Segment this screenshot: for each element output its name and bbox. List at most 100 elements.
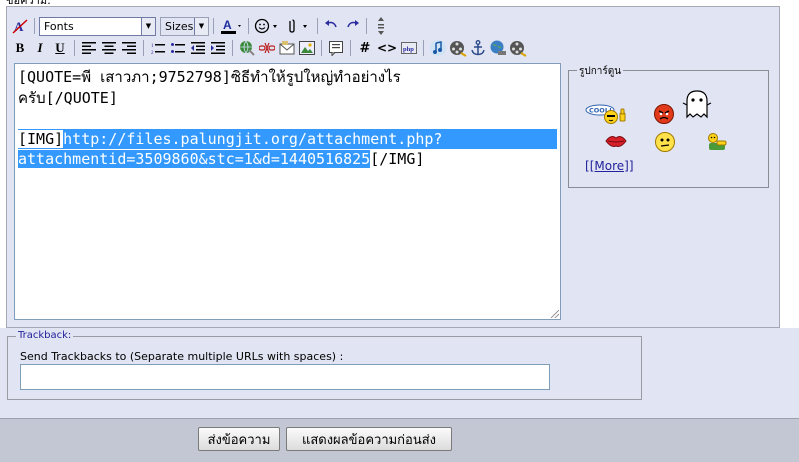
ordered-list-button[interactable]: 12 xyxy=(148,38,168,58)
unordered-list-button[interactable] xyxy=(168,38,188,58)
remove-link-button[interactable] xyxy=(257,38,277,58)
align-left-button[interactable] xyxy=(79,38,99,58)
smilies-legend: รูปการ์ตูน xyxy=(577,64,624,79)
toolbar-separator xyxy=(74,40,75,56)
selected-url-text: attachmentid=3509860&stc=1&d=1440516825 xyxy=(18,150,371,168)
image-icon xyxy=(299,41,315,55)
insert-email-button[interactable] xyxy=(277,38,297,58)
smiley-angry[interactable] xyxy=(653,103,675,125)
smiley-handshake[interactable] xyxy=(706,132,728,152)
redo-button[interactable] xyxy=(342,16,362,36)
unordered-list-icon xyxy=(171,42,185,55)
toolbar-row-1: A Fonts ▼ Sizes ▼ A xyxy=(10,16,391,36)
font-select-value: Fonts xyxy=(44,19,74,33)
font-color-icon: A xyxy=(220,17,242,35)
ordered-list-icon: 12 xyxy=(151,42,165,55)
svg-text:2: 2 xyxy=(151,51,154,55)
redo-icon xyxy=(344,19,360,33)
unlink-icon xyxy=(259,41,275,55)
align-left-icon xyxy=(82,42,96,54)
remove-format-button[interactable]: A xyxy=(10,16,30,36)
globe-link-icon xyxy=(239,40,255,56)
toolbar-separator xyxy=(350,40,351,56)
smilie-menu-button[interactable] xyxy=(253,16,283,36)
size-select-value: Sizes xyxy=(165,19,194,33)
toolbar-separator xyxy=(34,18,35,34)
cool-thumbs-up-icon: COOL! xyxy=(585,103,633,125)
chevron-down-icon[interactable]: ▼ xyxy=(194,17,208,35)
angry-face-icon xyxy=(653,103,675,125)
trackback-input[interactable] xyxy=(20,364,550,390)
attachment-menu-button[interactable] xyxy=(283,16,313,36)
underline-button[interactable]: U xyxy=(50,38,70,58)
smiley-confused[interactable] xyxy=(654,131,676,153)
wrap-html-button[interactable]: <> xyxy=(375,38,399,58)
smiley-cool-thumbs-up[interactable]: COOL! xyxy=(585,103,633,125)
outdent-icon xyxy=(191,42,205,54)
confused-face-icon xyxy=(654,131,676,153)
toolbar-separator xyxy=(248,18,249,34)
italic-button[interactable]: I xyxy=(30,38,50,58)
undo-icon xyxy=(324,19,340,33)
indent-icon xyxy=(211,42,225,54)
film-reel-icon xyxy=(509,39,527,57)
resize-editor-button[interactable] xyxy=(371,16,391,36)
toolbar-separator xyxy=(366,18,367,34)
envelope-icon xyxy=(279,41,295,55)
insert-media-button[interactable] xyxy=(508,38,528,58)
submit-button[interactable]: ส่งข้อความ xyxy=(198,427,280,451)
insert-flash-button[interactable] xyxy=(488,38,508,58)
lips-icon xyxy=(605,133,627,149)
ghost-icon xyxy=(681,89,713,119)
music-note-icon xyxy=(429,39,447,57)
editor-line: attachmentid=3509860&stc=1&d=1440516825[… xyxy=(18,149,557,170)
insert-anchor-button[interactable] xyxy=(468,38,488,58)
svg-text:php: php xyxy=(403,46,414,53)
align-center-button[interactable] xyxy=(99,38,119,58)
toolbar-separator xyxy=(213,18,214,34)
wrap-code-button[interactable]: # xyxy=(355,38,375,58)
align-right-button[interactable] xyxy=(119,38,139,58)
undo-button[interactable] xyxy=(322,16,342,36)
smiley-ghost[interactable] xyxy=(681,89,713,119)
svg-text:1: 1 xyxy=(151,44,154,49)
align-center-icon xyxy=(102,42,116,54)
film-reel-icon xyxy=(449,39,467,57)
wrap-quote-button[interactable] xyxy=(326,38,346,58)
php-icon: php xyxy=(401,42,417,54)
more-smilies-link[interactable]: [More] xyxy=(590,159,629,173)
smiley-icon xyxy=(254,18,282,34)
message-textarea[interactable]: [QUOTE=พี เสาวภา;9752798]ซิธีทำให้รูปใหญ… xyxy=(14,63,561,320)
chevron-down-icon[interactable]: ▼ xyxy=(141,17,155,35)
remove-format-icon: A xyxy=(12,18,28,34)
outdent-button[interactable] xyxy=(188,38,208,58)
editor-line-selected: [IMG]http://files.palungjit.org/attachme… xyxy=(18,128,557,149)
trackback-fieldset: Trackback: Send Trackbacks to (Separate … xyxy=(7,330,642,400)
trackback-legend: Trackback: xyxy=(16,330,74,341)
size-select[interactable]: Sizes ▼ xyxy=(160,16,209,36)
insert-music-button[interactable] xyxy=(428,38,448,58)
insert-image-button[interactable] xyxy=(297,38,317,58)
wrap-php-button[interactable]: php xyxy=(399,38,419,58)
trackback-label: Send Trackbacks to (Separate multiple UR… xyxy=(20,350,344,363)
align-right-icon xyxy=(122,42,136,54)
insert-link-button[interactable] xyxy=(237,38,257,58)
editor-line: [QUOTE=พี เสาวภา;9752798]ซิธีทำให้รูปใหญ… xyxy=(18,68,401,86)
smiley-kiss[interactable] xyxy=(605,133,627,149)
indent-button[interactable] xyxy=(208,38,228,58)
font-select[interactable]: Fonts ▼ xyxy=(39,16,156,36)
insert-video-button[interactable] xyxy=(448,38,468,58)
bold-button[interactable]: B xyxy=(10,38,30,58)
toolbar-separator xyxy=(232,40,233,56)
selected-url-text: http://files.palungjit.org/attachment.ph… xyxy=(63,129,443,148)
preview-button[interactable]: แสดงผลข้อความก่อนส่ง xyxy=(286,427,452,451)
quote-icon xyxy=(329,40,343,56)
font-color-button[interactable]: A xyxy=(218,16,244,36)
resize-grip[interactable] xyxy=(551,310,559,318)
toolbar-separator xyxy=(423,40,424,56)
editor-img-open-tag: [IMG] xyxy=(18,129,64,148)
resize-arrows-icon xyxy=(376,16,386,36)
toolbar-separator xyxy=(143,40,144,56)
toolbar-separator xyxy=(317,18,318,34)
paperclip-icon xyxy=(284,18,312,34)
